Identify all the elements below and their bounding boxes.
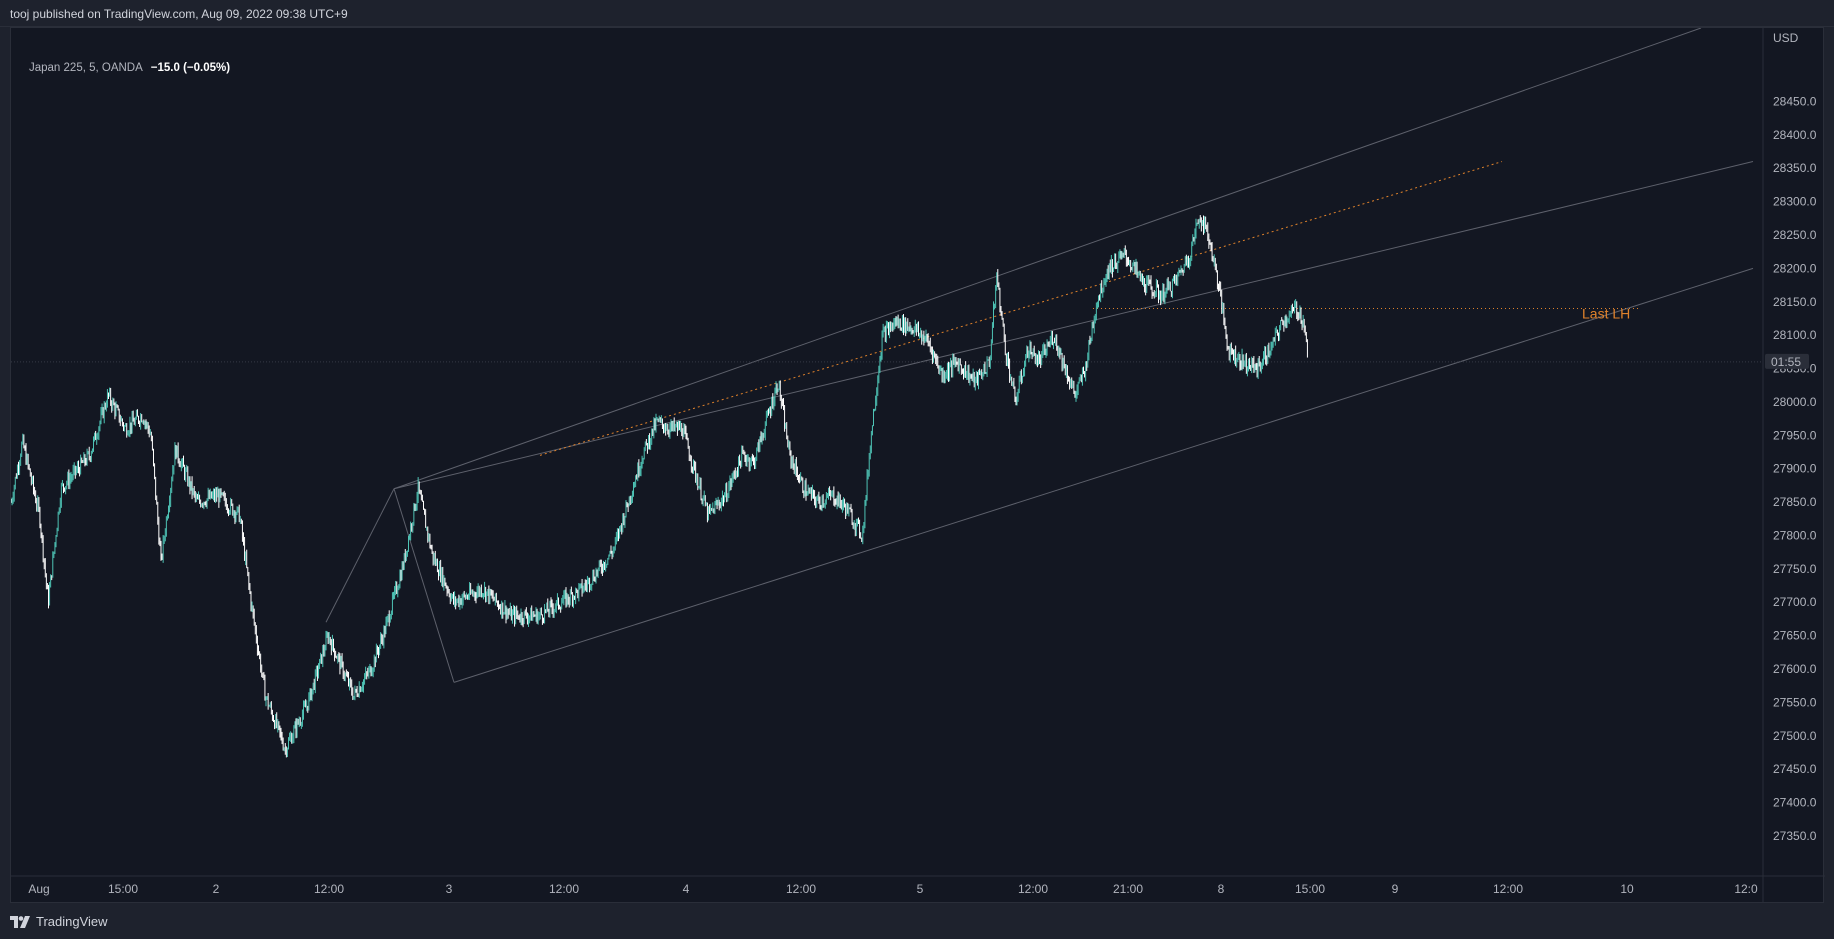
publish-header: tooj published on TradingView.com, Aug 0… xyxy=(0,0,1834,27)
tradingview-logo-icon xyxy=(10,915,30,928)
time-tick: 12:00 xyxy=(549,882,579,896)
time-tick: 15:00 xyxy=(1295,882,1325,896)
time-tick: 5 xyxy=(917,882,924,896)
brand-name: TradingView xyxy=(36,914,108,929)
price-tick: 27550.0 xyxy=(1773,695,1817,709)
time-tick: 12:00 xyxy=(1018,882,1048,896)
price-tick: 28300.0 xyxy=(1773,195,1817,209)
price-tick: 27750.0 xyxy=(1773,562,1817,576)
price-tick: 27900.0 xyxy=(1773,462,1817,476)
price-tick: 27400.0 xyxy=(1773,796,1817,810)
price-tick: 27500.0 xyxy=(1773,729,1817,743)
time-tick: 9 xyxy=(1392,882,1399,896)
time-tick: 8 xyxy=(1218,882,1225,896)
price-tick: 28100.0 xyxy=(1773,328,1817,342)
price-tick: 27650.0 xyxy=(1773,629,1817,643)
time-tick: 21:00 xyxy=(1113,882,1143,896)
time-axis: Aug 15:00 2 12:00 3 12:00 4 12:00 5 12:00 21:00 8 15… xyxy=(28,882,1758,896)
price-tick: 27600.0 xyxy=(1773,662,1817,676)
symbol-name: Japan 225, 5, OANDA xyxy=(29,62,143,74)
price-tick: 27450.0 xyxy=(1773,762,1817,776)
time-tick: 2 xyxy=(213,882,220,896)
price-tick: 27950.0 xyxy=(1773,428,1817,442)
time-tick: 12:0 xyxy=(1734,882,1758,896)
price-tick: 28150.0 xyxy=(1773,295,1817,309)
pitchfork-handle-line[interactable] xyxy=(325,488,395,623)
last-lh-label: Last LH xyxy=(1582,305,1630,321)
price-tick: 28450.0 xyxy=(1773,94,1817,108)
price-tick: 28400.0 xyxy=(1773,128,1817,142)
price-candles xyxy=(11,215,1308,758)
price-tick: 27350.0 xyxy=(1773,829,1817,843)
currency-label: USD xyxy=(1773,31,1799,45)
time-tick: 12:00 xyxy=(786,882,816,896)
tradingview-brand[interactable]: TradingView xyxy=(10,914,108,929)
price-tick: 28200.0 xyxy=(1773,261,1817,275)
price-tick: 28250.0 xyxy=(1773,228,1817,242)
time-tick: 3 xyxy=(446,882,453,896)
channel-lines xyxy=(11,28,1763,683)
channel-lower-line[interactable] xyxy=(453,267,1754,683)
price-tick: 28000.0 xyxy=(1773,395,1817,409)
time-tick: 10 xyxy=(1620,882,1634,896)
time-tick: 12:00 xyxy=(1493,882,1523,896)
price-tick: 27850.0 xyxy=(1773,495,1817,509)
countdown-badge: 01:55 xyxy=(1765,353,1809,369)
chart-canvas[interactable]: 27350.0 27400.0 27450.0 27500.0 27550.0 27600… xyxy=(11,28,1825,904)
channel-upper-line[interactable] xyxy=(393,28,1702,490)
footer-bar: TradingView xyxy=(0,903,1834,939)
price-tick: 28350.0 xyxy=(1773,161,1817,175)
price-tick: 27700.0 xyxy=(1773,595,1817,609)
countdown-text: 01:55 xyxy=(1771,355,1801,369)
time-tick: 15:00 xyxy=(108,882,138,896)
price-change: −15.0 (−0.05%) xyxy=(150,62,231,74)
time-tick: Aug xyxy=(28,882,49,896)
time-tick: 4 xyxy=(683,882,690,896)
price-axis: 27350.0 27400.0 27450.0 27500.0 27550.0 27600… xyxy=(1773,94,1817,842)
time-tick: 12:00 xyxy=(314,882,344,896)
channel-mid-line[interactable] xyxy=(393,161,1754,490)
chart-pane[interactable]: 27350.0 27400.0 27450.0 27500.0 27550.0 27600… xyxy=(10,27,1825,904)
symbol-info: Japan 225, 5, OANDA −15.0 (−0.05%) xyxy=(29,62,230,74)
price-tick: 27800.0 xyxy=(1773,528,1817,542)
